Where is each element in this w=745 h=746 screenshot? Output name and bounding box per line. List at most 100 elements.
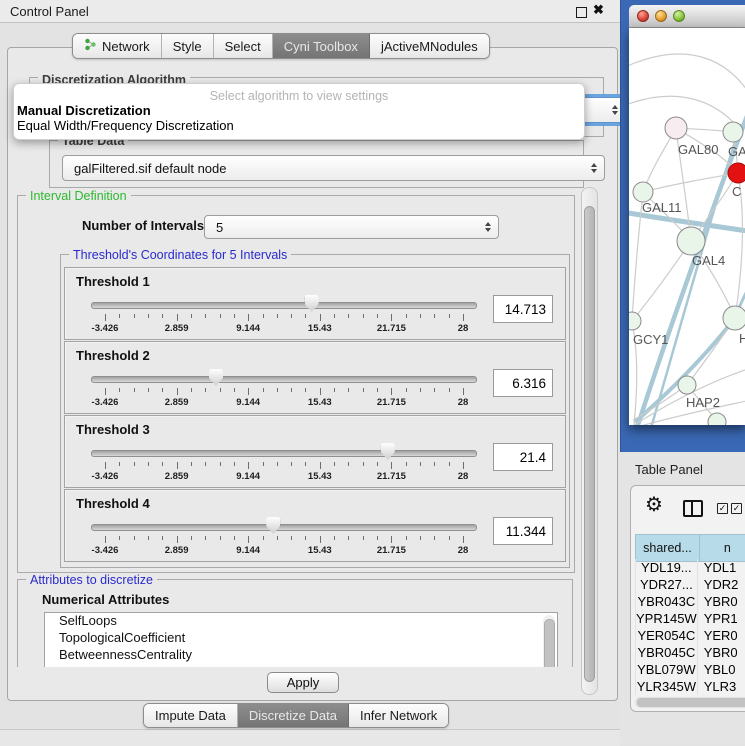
tab-cyni-toolbox[interactable]: Cyni Toolbox — [273, 34, 370, 58]
node[interactable] — [629, 312, 641, 330]
table-hscrollbar[interactable] — [635, 697, 745, 708]
table-row[interactable]: YDL19...YDL1 — [636, 559, 739, 576]
node[interactable] — [677, 227, 705, 255]
apply-button[interactable]: Apply — [267, 672, 339, 693]
cell-name[interactable]: YBL0 — [697, 661, 738, 678]
table-data-combobox[interactable]: galFiltered.sif default node — [62, 155, 605, 181]
table-row[interactable]: YDR27...YDR2 — [636, 576, 739, 593]
cell-shared-name[interactable]: YBR045C — [636, 644, 698, 661]
minimize-window-icon[interactable] — [655, 10, 667, 22]
top-tab-strip: NetworkStyleSelectCyni ToolboxjActiveMNo… — [72, 33, 490, 59]
node-label: GA — [728, 144, 745, 159]
slider-tick — [363, 536, 364, 540]
slider-track[interactable] — [91, 450, 477, 457]
table-row[interactable]: YBR045CYBR0 — [636, 644, 739, 661]
combo-arrows-icon — [612, 105, 618, 115]
number-of-intervals-spinner[interactable]: 5 — [204, 215, 499, 239]
cell-shared-name[interactable]: YDL19... — [636, 559, 698, 576]
zoom-window-icon[interactable] — [673, 10, 685, 22]
column-header[interactable]: n — [699, 535, 745, 562]
float-panel-icon[interactable] — [576, 7, 587, 18]
table-data-group: Table Data galFiltered.sif default node — [49, 140, 584, 188]
list-scrollbar-thumb[interactable] — [544, 619, 555, 667]
attribute-item[interactable]: BetweennessCentrality — [45, 647, 557, 664]
split-columns-icon[interactable] — [683, 500, 703, 517]
algorithm-option[interactable]: Manual Discretization — [14, 103, 584, 118]
column-header[interactable]: shared... — [636, 535, 700, 562]
cell-shared-name[interactable]: YER054C — [636, 627, 698, 644]
slider-tick-label: 21.715 — [377, 545, 406, 556]
panel-scrollbar-thumb[interactable] — [584, 206, 595, 682]
right-side: GAL80 GA C GAL11 GAL4 GCY1 H HAP2 Table … — [620, 0, 745, 745]
list-scrollbar[interactable] — [543, 615, 555, 667]
table-row[interactable]: YLR345WYLR3 — [636, 678, 739, 695]
cell-name[interactable]: YLR3 — [697, 678, 738, 695]
network-canvas[interactable]: GAL80 GA C GAL11 GAL4 GCY1 H HAP2 — [629, 28, 745, 425]
cell-shared-name[interactable]: YPR145W — [636, 610, 698, 627]
cell-shared-name[interactable]: YBR043C — [636, 593, 698, 610]
node-highlighted[interactable] — [728, 163, 745, 183]
node[interactable] — [633, 182, 653, 202]
slider-track[interactable] — [91, 376, 477, 383]
cell-name[interactable]: YPR1 — [697, 610, 738, 627]
cell-shared-name[interactable]: YDR27... — [636, 576, 698, 593]
tab-infer-network[interactable]: Infer Network — [349, 704, 448, 727]
table-row[interactable]: YPR145WYPR1 — [636, 610, 739, 627]
table-row[interactable]: YBR043CYBR0 — [636, 593, 739, 610]
network-window-titlebar[interactable] — [629, 5, 745, 28]
close-icon[interactable]: ✖ — [593, 2, 604, 18]
slider-tick — [420, 388, 421, 392]
numerical-attributes-list[interactable]: SelfLoopsTopologicalCoefficientBetweenne… — [44, 612, 558, 667]
cell-name[interactable]: YDL1 — [697, 559, 738, 576]
node[interactable] — [708, 413, 726, 425]
threshold-value[interactable]: 21.4 — [493, 443, 553, 471]
checkbox-icon[interactable]: ✓ — [731, 503, 742, 514]
slider-track[interactable] — [91, 302, 477, 309]
cell-name[interactable]: YDR2 — [697, 576, 738, 593]
threshold-value[interactable]: 11.344 — [493, 517, 553, 545]
threshold-value[interactable]: 6.316 — [493, 369, 553, 397]
panel-title: Control Panel — [10, 4, 89, 19]
node[interactable] — [678, 376, 696, 394]
slider-handle[interactable] — [305, 295, 319, 312]
tab-impute-data[interactable]: Impute Data — [144, 704, 238, 727]
slider-handle[interactable] — [209, 369, 223, 386]
slider-tick — [291, 462, 292, 466]
node[interactable] — [723, 306, 745, 330]
slider-tick-label: 28 — [458, 323, 469, 334]
algorithm-option[interactable]: Equal Width/Frequency Discretization — [14, 118, 584, 133]
table-row[interactable]: YBL079WYBL0 — [636, 661, 739, 678]
threshold-slider[interactable]: -3.4262.8599.14415.4321.71528 — [91, 441, 477, 485]
checkbox-icon[interactable]: ✓ — [717, 503, 728, 514]
slider-tick — [420, 462, 421, 466]
node[interactable] — [665, 117, 687, 139]
threshold-slider[interactable]: -3.4262.8599.14415.4321.71528 — [91, 293, 477, 337]
cell-name[interactable]: YER0 — [697, 627, 738, 644]
slider-handle[interactable] — [266, 517, 280, 534]
slider-handle[interactable] — [381, 443, 395, 460]
threshold-slider[interactable]: -3.4262.8599.14415.4321.71528 — [91, 367, 477, 411]
slider-track[interactable] — [91, 524, 477, 531]
slider-tick-label: 9.144 — [236, 545, 260, 556]
panel-scrollbar[interactable] — [581, 187, 598, 695]
cell-name[interactable]: YBR0 — [697, 593, 738, 610]
tab-style[interactable]: Style — [162, 34, 214, 58]
threshold-value[interactable]: 14.713 — [493, 295, 553, 323]
tab-discretize-data[interactable]: Discretize Data — [238, 704, 349, 727]
table-row[interactable]: YER054CYER0 — [636, 627, 739, 644]
attribute-item[interactable]: SelfLoops — [45, 613, 557, 630]
cell-name[interactable]: YBR0 — [697, 644, 738, 661]
cell-shared-name[interactable]: YLR345W — [636, 678, 698, 695]
gear-icon[interactable]: ⚙ — [645, 492, 663, 517]
threshold-slider[interactable]: -3.4262.8599.14415.4321.71528 — [91, 515, 477, 559]
cell-shared-name[interactable]: YBL079W — [636, 661, 698, 678]
tab-network[interactable]: Network — [73, 34, 162, 58]
close-window-icon[interactable] — [637, 10, 649, 22]
attribute-item[interactable]: TopologicalCoefficient — [45, 630, 557, 647]
node[interactable] — [723, 122, 743, 142]
slider-tick — [248, 462, 249, 469]
slider-tick — [334, 462, 335, 466]
tab-jactivemnodules[interactable]: jActiveMNodules — [370, 34, 489, 58]
tab-select[interactable]: Select — [214, 34, 273, 58]
table-hscrollbar-thumb[interactable] — [637, 698, 745, 707]
